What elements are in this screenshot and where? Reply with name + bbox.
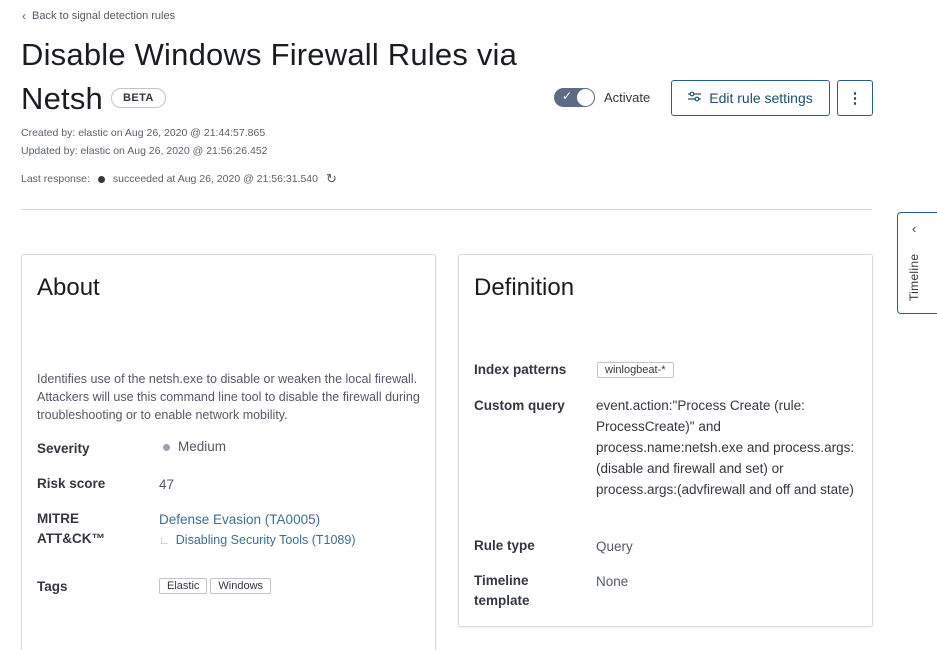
mitre-tactic: Defense Evasion (TA0005) (159, 509, 320, 530)
timeline-template-label: Timeline template (474, 573, 530, 608)
status-dot-icon (97, 175, 105, 183)
toggle-switch[interactable]: ✓ (554, 88, 595, 107)
timeline-template-value: None (596, 574, 629, 589)
more-vertical-icon: ⋮ (847, 90, 863, 107)
back-link[interactable]: ‹ Back to signal detection rules (22, 9, 175, 23)
custom-query-value: event.action:"Process Create (rule: Proc… (596, 398, 855, 497)
tag-badge: Elastic (159, 578, 208, 594)
updated-by: Updated by: elastic on Aug 26, 2020 @ 21… (21, 145, 268, 157)
header-divider (21, 209, 872, 210)
risk-score-value: 47 (159, 477, 175, 492)
index-patterns-value: winlogbeat-* (597, 360, 677, 378)
tree-corner-icon: ∟ (159, 535, 170, 547)
page-title: Disable Windows Firewall Rules via Netsh… (21, 33, 541, 121)
tag-badge: Windows (210, 578, 272, 594)
beta-badge: BETA (110, 87, 166, 108)
mitre-tactic-link[interactable]: Defense Evasion (TA0005) (159, 512, 320, 527)
about-panel: About Identifies use of the netsh.exe to… (21, 254, 436, 650)
tags-label: Tags (37, 579, 68, 594)
index-patterns-label: Index patterns (474, 362, 567, 377)
last-response: Last response: succeeded at Aug 26, 2020… (21, 171, 337, 187)
rule-type-value: Query (596, 539, 633, 554)
chevron-left-icon: ‹ (912, 221, 917, 236)
check-icon: ✓ (562, 89, 573, 103)
rule-type-label: Rule type (474, 538, 535, 553)
about-title: About (37, 274, 100, 301)
custom-query-label: Custom query (474, 398, 565, 413)
mitre-technique-link[interactable]: ∟ Disabling Security Tools (T1089) (159, 533, 356, 547)
definition-title: Definition (474, 274, 575, 301)
sliders-icon (688, 91, 702, 105)
last-response-label: Last response: (21, 173, 90, 185)
severity-dot-icon (163, 443, 170, 451)
severity-label: Severity (37, 441, 90, 456)
risk-score-label: Risk score (37, 476, 106, 491)
edit-rule-settings-button[interactable]: Edit rule settings (671, 80, 830, 116)
created-by: Created by: elastic on Aug 26, 2020 @ 21… (21, 127, 266, 139)
mitre-technique-text: Disabling Security Tools (T1089) (175, 533, 356, 547)
mitre-technique: ∟ Disabling Security Tools (T1089) (159, 529, 356, 552)
rule-description: Identifies use of the netsh.exe to disab… (37, 372, 420, 422)
chevron-left-icon: ‹ (22, 9, 26, 23)
tags-list: Elastic Windows (159, 576, 274, 594)
last-response-value: succeeded at Aug 26, 2020 @ 21:56:31.540 (112, 173, 318, 185)
toggle-knob (577, 89, 594, 106)
refresh-icon[interactable]: ↻ (326, 171, 337, 187)
more-actions-button[interactable]: ⋮ (837, 80, 873, 116)
definition-panel: Definition Index patterns winlogbeat-* C… (458, 254, 873, 627)
timeline-flyout-tab[interactable]: ‹ Timeline (897, 212, 937, 314)
edit-button-label: Edit rule settings (709, 90, 813, 106)
index-pattern-badge: winlogbeat-* (597, 362, 674, 378)
activate-toggle[interactable]: ✓ Activate (554, 88, 650, 107)
activate-label: Activate (604, 90, 651, 105)
severity-value: Medium (163, 436, 226, 457)
back-link-label: Back to signal detection rules (32, 10, 176, 22)
severity-text: Medium (178, 439, 227, 454)
mitre-label: MITRE ATT&CK™ (37, 511, 105, 546)
page-title-text: Disable Windows Firewall Rules via Netsh (21, 37, 518, 116)
timeline-tab-label: Timeline (907, 253, 921, 301)
